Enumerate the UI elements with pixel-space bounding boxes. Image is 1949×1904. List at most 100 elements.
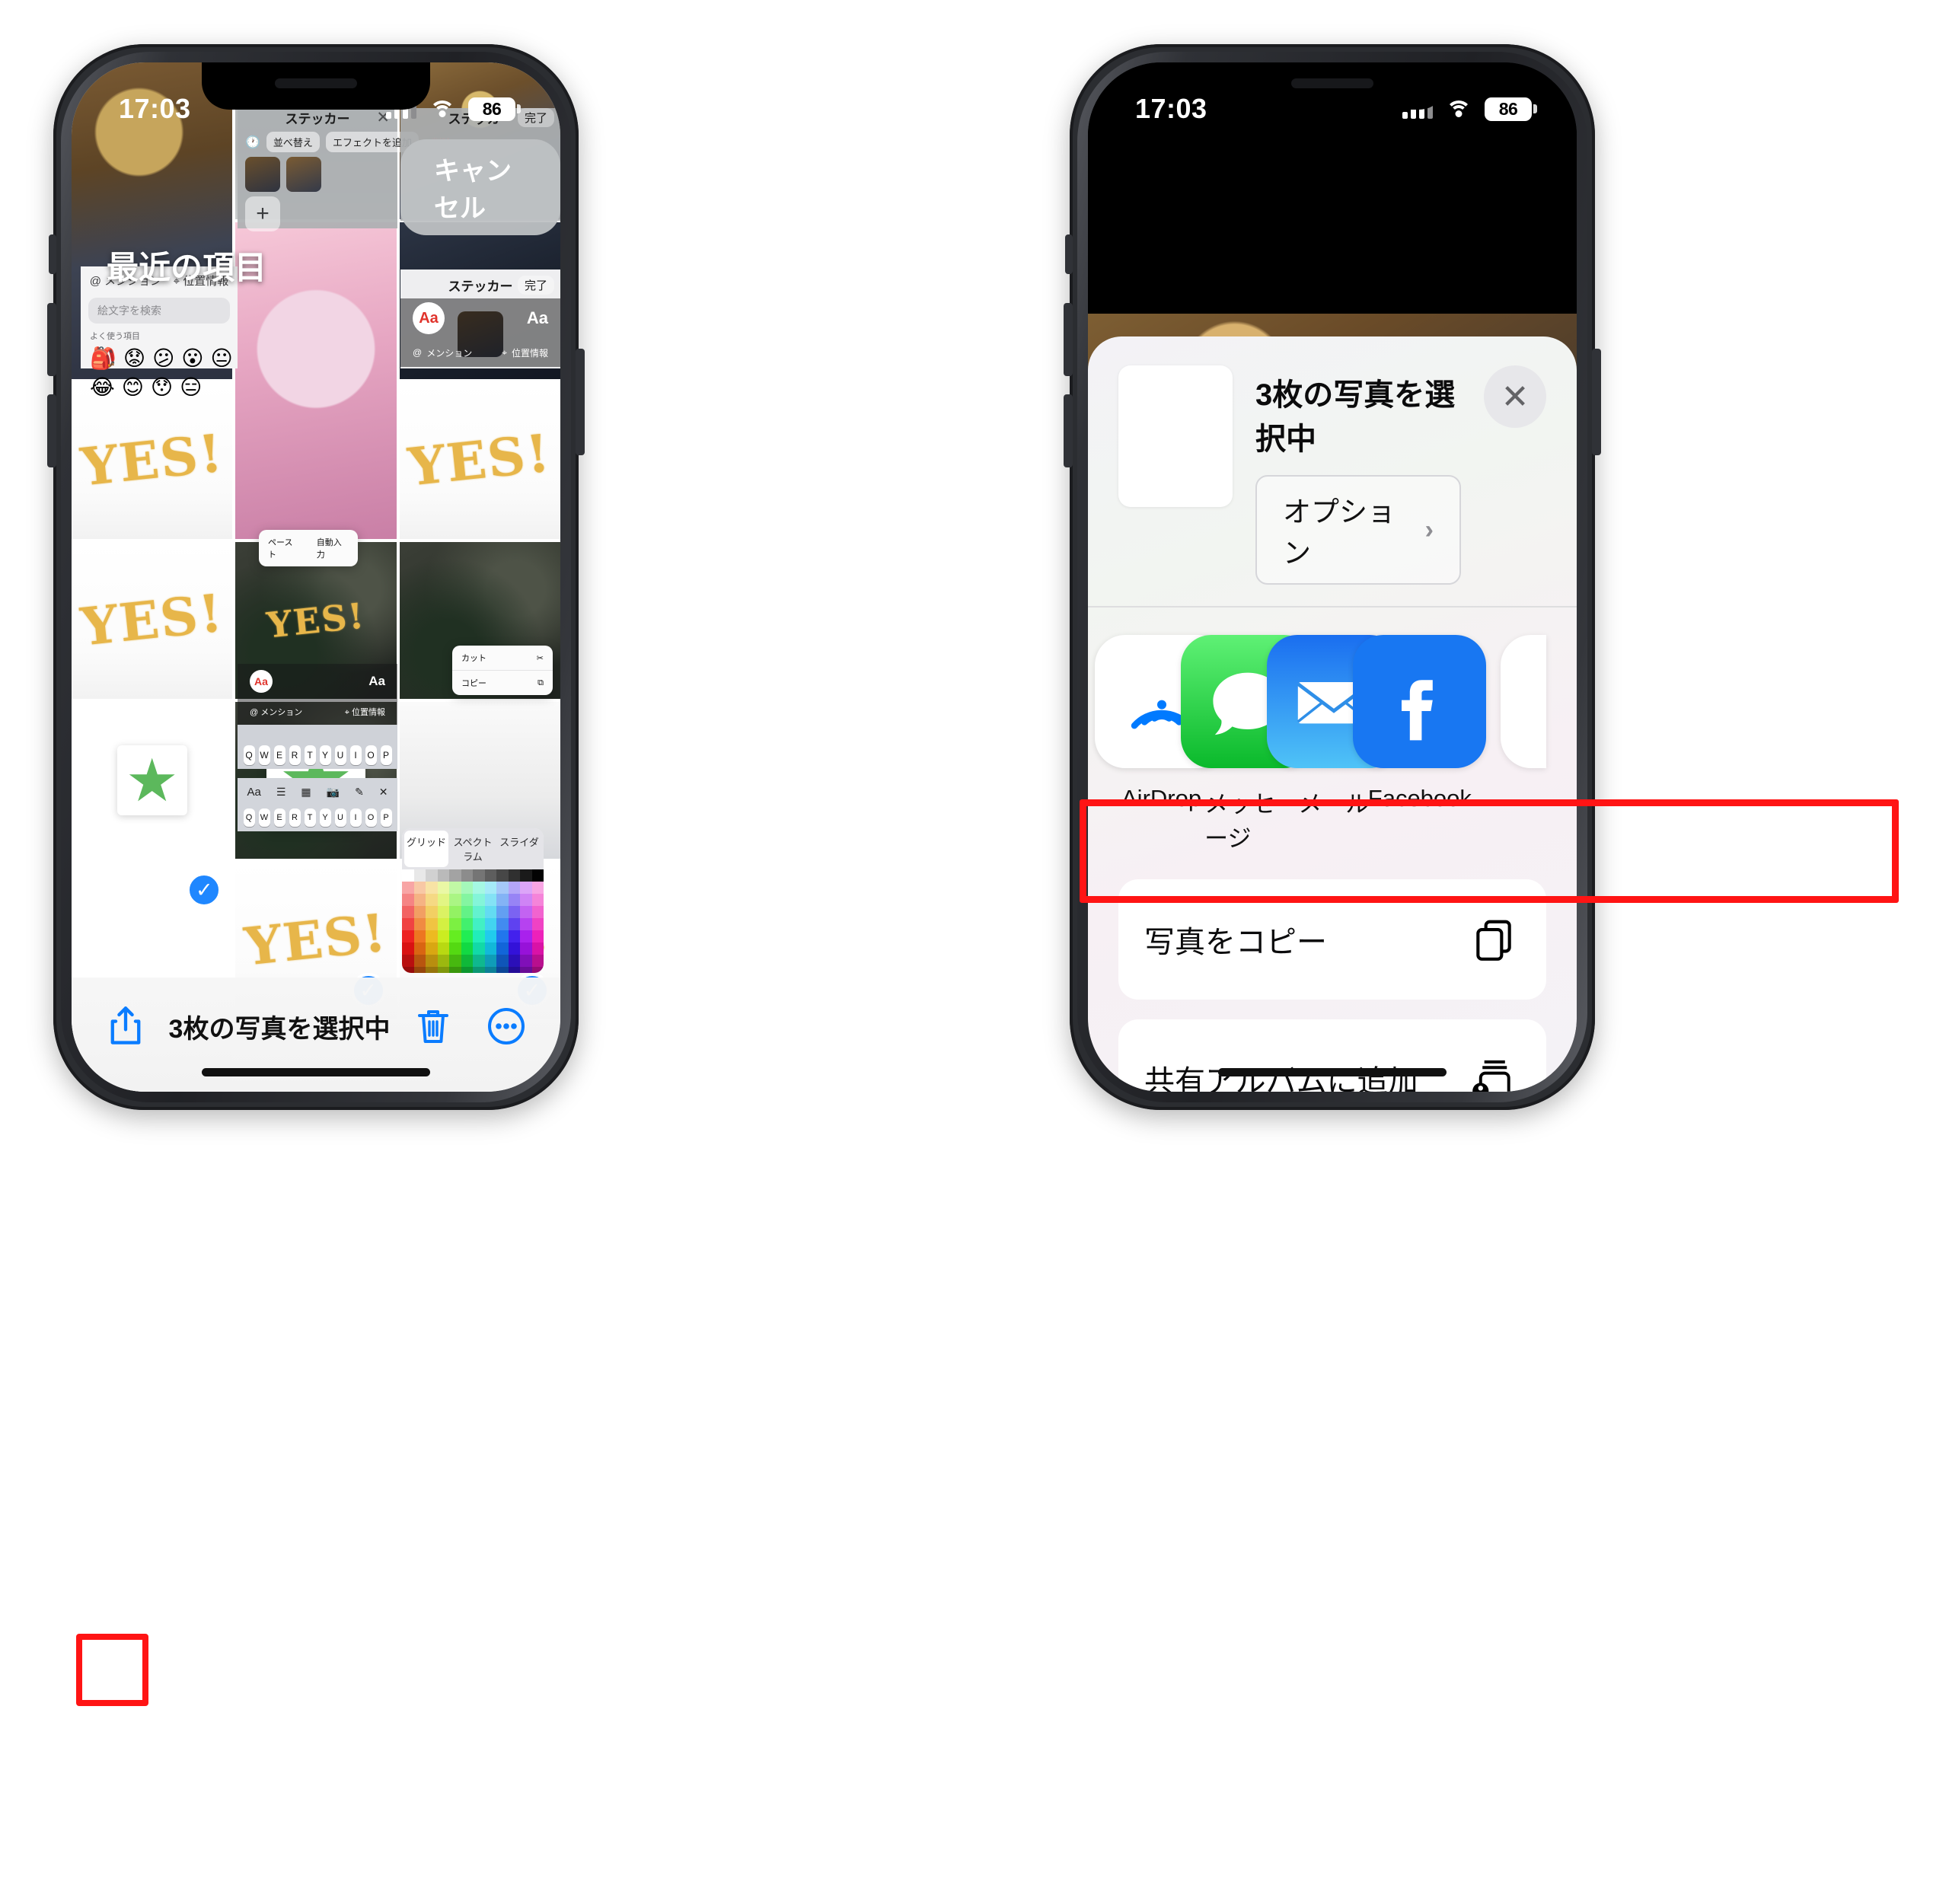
color-swatch[interactable] (508, 869, 520, 882)
key[interactable]: P (380, 808, 392, 827)
color-swatch[interactable] (520, 882, 532, 894)
color-swatch[interactable] (473, 942, 485, 955)
color-swatch[interactable] (520, 967, 532, 973)
color-swatch[interactable] (437, 930, 449, 942)
color-swatch[interactable] (520, 918, 532, 930)
color-swatch[interactable] (473, 906, 485, 918)
right-phone-volume-up[interactable] (1064, 303, 1073, 376)
color-swatch[interactable] (520, 906, 532, 918)
color-swatch[interactable] (461, 906, 473, 918)
color-swatch[interactable] (473, 955, 485, 967)
left-phone-volume-down[interactable] (47, 394, 56, 467)
color-swatch[interactable] (520, 955, 532, 967)
color-swatch[interactable] (520, 942, 532, 955)
camera-icon[interactable]: 📷 (327, 786, 340, 799)
color-swatch[interactable] (484, 894, 496, 906)
cancel-button[interactable]: キャンセル (400, 139, 560, 235)
key[interactable]: R (289, 745, 301, 765)
color-swatch[interactable] (402, 882, 414, 894)
color-swatch[interactable] (508, 967, 520, 973)
color-swatch-grid[interactable] (402, 869, 544, 973)
emoji[interactable]: 😑 (180, 375, 202, 400)
color-swatch[interactable] (437, 955, 449, 967)
color-swatch[interactable] (402, 955, 414, 967)
emoji[interactable]: 😕 (152, 346, 174, 371)
key[interactable]: E (273, 745, 285, 765)
color-swatch[interactable] (426, 894, 438, 906)
key[interactable]: U (334, 808, 346, 827)
color-picker-tabs[interactable]: グリッド スペクトラム スライダ (402, 828, 544, 869)
color-swatch[interactable] (531, 942, 544, 955)
mention-label[interactable]: @ メンション (413, 346, 472, 359)
close-button[interactable]: ✕ (1484, 365, 1546, 428)
color-swatch[interactable] (461, 918, 473, 930)
color-swatch[interactable] (484, 955, 496, 967)
color-swatch[interactable] (413, 955, 426, 967)
color-swatch[interactable] (496, 906, 509, 918)
color-swatch[interactable] (437, 882, 449, 894)
photo-cell[interactable]: YES! (399, 382, 560, 539)
color-swatch[interactable] (496, 942, 509, 955)
color-swatch[interactable] (437, 869, 449, 882)
key[interactable]: Y (319, 808, 331, 827)
emoji[interactable]: 🎒 (90, 346, 116, 371)
color-swatch[interactable] (449, 955, 461, 967)
color-swatch[interactable] (402, 894, 414, 906)
sticker-thumb[interactable] (245, 157, 280, 192)
share-target-facebook[interactable]: Facebook (1353, 635, 1487, 812)
action-row-copy-photos[interactable]: 写真をコピー (1118, 879, 1546, 1000)
color-swatch[interactable] (426, 930, 438, 942)
aa-style-active-icon[interactable]: Aa (250, 670, 273, 693)
color-swatch[interactable] (449, 869, 461, 882)
color-picker[interactable]: グリッド スペクトラム スライダ (402, 828, 544, 973)
sort-chip[interactable]: 並べ替え (266, 132, 320, 152)
aa-icon[interactable]: Aa (247, 786, 260, 799)
color-swatch[interactable] (531, 882, 544, 894)
color-swatch[interactable] (520, 869, 532, 882)
mention-label[interactable]: @ メンション (250, 706, 302, 718)
color-swatch[interactable] (461, 967, 473, 973)
color-swatch[interactable] (437, 894, 449, 906)
key[interactable]: O (365, 745, 377, 765)
color-swatch[interactable] (508, 930, 520, 942)
location-label[interactable]: ⌖ 位置情報 (502, 346, 548, 359)
key[interactable]: E (273, 808, 285, 827)
pen-icon[interactable]: ✎ (355, 786, 364, 799)
menu-item-cut[interactable]: カット ✂ (452, 646, 553, 671)
color-swatch[interactable] (473, 918, 485, 930)
color-swatch[interactable] (496, 918, 509, 930)
key[interactable]: Q (243, 808, 255, 827)
share-target-peek[interactable] (1501, 635, 1546, 768)
color-swatch[interactable] (413, 930, 426, 942)
color-swatch[interactable] (484, 942, 496, 955)
color-swatch[interactable] (473, 869, 485, 882)
color-swatch[interactable] (449, 918, 461, 930)
table-icon[interactable]: ▦ (301, 786, 311, 799)
options-button[interactable]: オプション › (1255, 475, 1461, 585)
color-swatch[interactable] (496, 882, 509, 894)
color-swatch[interactable] (531, 918, 544, 930)
color-swatch[interactable] (531, 955, 544, 967)
color-swatch[interactable] (402, 918, 414, 930)
color-swatch[interactable] (508, 906, 520, 918)
color-swatch[interactable] (449, 882, 461, 894)
color-swatch[interactable] (520, 930, 532, 942)
emoji[interactable]: 😐 (210, 346, 232, 371)
color-swatch[interactable] (461, 942, 473, 955)
color-swatch[interactable] (473, 967, 485, 973)
color-swatch[interactable] (496, 930, 509, 942)
key[interactable]: O (365, 808, 377, 827)
close-icon[interactable]: ✕ (376, 108, 390, 127)
menu-item-copy[interactable]: コピー ⧉ (452, 671, 553, 695)
cut-copy-context-menu[interactable]: カット ✂ コピー ⧉ (452, 646, 553, 695)
emoji-row[interactable]: 😂 😊 😯 😑 (81, 375, 238, 403)
done-button[interactable]: 完了 (517, 275, 554, 295)
color-swatch[interactable] (413, 918, 426, 930)
aa-style-icon[interactable]: Aa (527, 308, 548, 328)
color-swatch[interactable] (437, 918, 449, 930)
photo-thumbnail[interactable] (1118, 365, 1233, 507)
color-swatch[interactable] (413, 869, 426, 882)
color-swatch[interactable] (461, 869, 473, 882)
keyboard-row[interactable]: Q W E R T Y U I O P (238, 742, 397, 769)
color-swatch[interactable] (426, 869, 438, 882)
